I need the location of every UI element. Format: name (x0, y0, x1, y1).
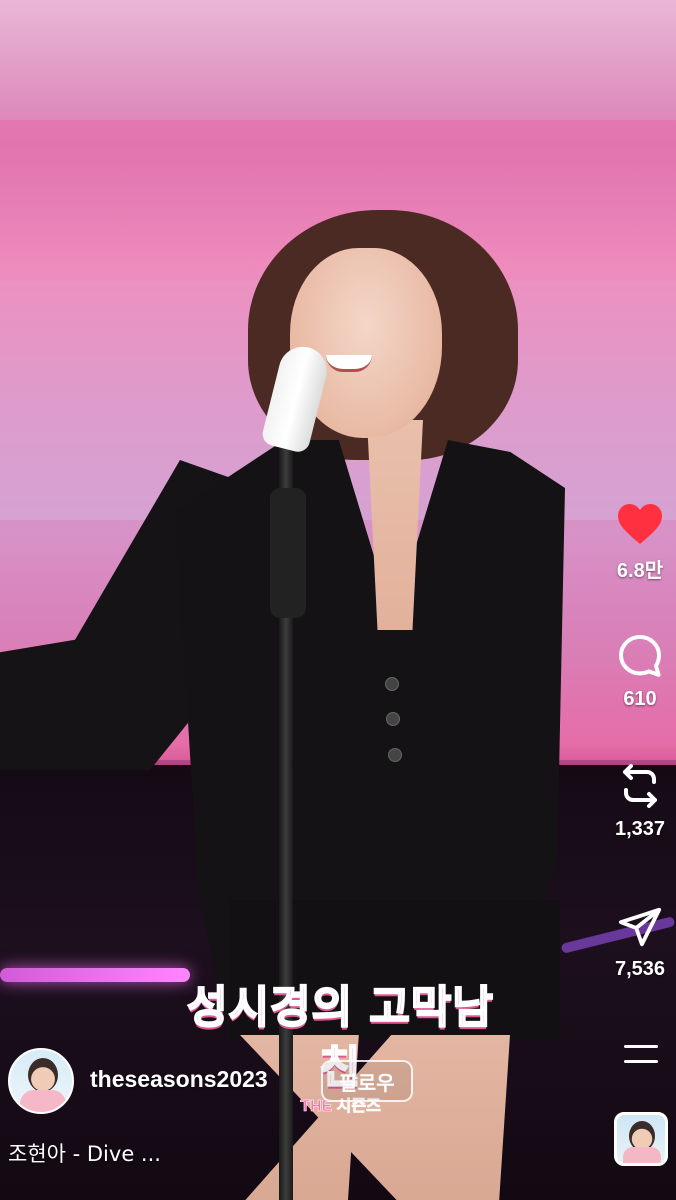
author-avatar[interactable] (8, 1048, 74, 1114)
more-icon (624, 1045, 658, 1063)
jacket-button (386, 712, 400, 726)
avatar-image (28, 1058, 58, 1092)
heart-icon (618, 504, 662, 544)
audio-track-label[interactable]: 조현아 - Dive ... (8, 1138, 161, 1168)
share-count: 7,536 (614, 958, 666, 980)
reel-video-frame[interactable]: 성시경의 고막남친 THE 시즌즈 (0, 0, 676, 1200)
microphone-clip (270, 488, 306, 618)
like-button[interactable]: 6.8만 (600, 502, 676, 583)
like-count: 6.8만 (616, 560, 664, 582)
jacket-button (388, 748, 402, 762)
share-button[interactable]: 7,536 (600, 904, 676, 981)
avatar-image-body (20, 1090, 66, 1112)
repost-icon (623, 764, 657, 808)
follow-button[interactable]: 팔로우 (321, 1060, 413, 1102)
author-username[interactable]: theseasons2023 (90, 1066, 268, 1093)
jacket-button (385, 677, 399, 691)
send-icon (618, 907, 662, 947)
comment-count: 610 (623, 688, 657, 710)
repost-count: 1,337 (614, 818, 666, 840)
comment-button[interactable]: 610 (600, 632, 676, 711)
comment-icon (619, 635, 661, 677)
repost-button[interactable]: 1,337 (600, 762, 676, 841)
more-options-button[interactable] (620, 1040, 662, 1075)
audio-cover-thumbnail-body (623, 1147, 661, 1163)
audio-cover-button[interactable] (614, 1112, 668, 1166)
